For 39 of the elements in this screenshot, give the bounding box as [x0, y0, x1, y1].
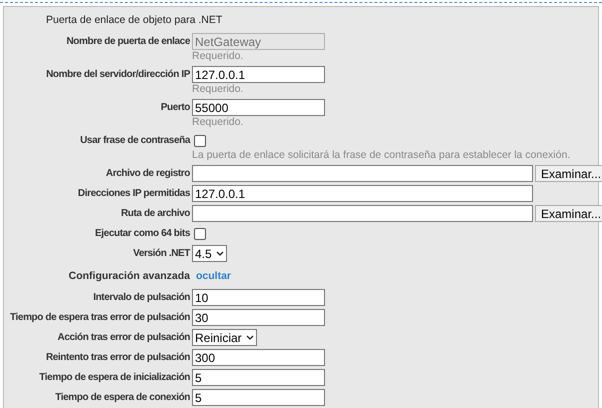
checkbox[interactable] — [194, 134, 206, 146]
hint-text: Requerido. — [192, 83, 244, 96]
field-label: Archivo de registro — [106, 167, 190, 181]
field-label: Tiempo de espera tras error de pulsación — [10, 311, 190, 325]
dropdown[interactable]: 4.5 — [192, 245, 227, 262]
browse-button[interactable]: Examinar... — [535, 165, 602, 182]
field-label: Usar frase de contraseña — [80, 134, 190, 148]
section-title: Puerta de enlace de objeto para .NET — [46, 14, 222, 26]
text-field[interactable]: 10 — [192, 289, 325, 306]
text-field[interactable]: 5 — [192, 389, 325, 406]
file-path-field[interactable] — [192, 165, 533, 182]
hint-text: Requerido. — [192, 50, 244, 63]
text-field[interactable]: 55000 — [192, 99, 325, 116]
field-label: Ejecutar como 64 bits — [95, 227, 190, 241]
caret-icon — [246, 335, 254, 340]
file-path-field[interactable] — [192, 205, 533, 222]
text-field[interactable]: 127.0.0.1 — [192, 185, 533, 202]
field-label: Tiempo de espera de inicialización — [39, 371, 190, 385]
text-field[interactable]: 127.0.0.1 — [192, 66, 325, 83]
field-label: Reintento tras error de pulsación — [46, 351, 190, 365]
checkbox[interactable] — [194, 228, 206, 240]
field-label: Versión .NET — [133, 247, 190, 261]
field-label: Nombre de puerta de enlace — [66, 35, 190, 49]
section-label: Configuración avanzada — [68, 269, 190, 284]
field-label: Tiempo de espera de conexión — [55, 391, 190, 405]
text-field[interactable]: 300 — [192, 349, 325, 366]
field-label: Ruta de archivo — [120, 207, 190, 221]
field-label: Acción tras error de pulsación — [58, 331, 190, 345]
field-label: Nombre del servidor/dirección IP — [46, 68, 190, 82]
browse-button[interactable]: Examinar... — [535, 205, 602, 222]
hint-text: Requerido. — [192, 116, 244, 129]
field-label: Direcciones IP permitidas — [78, 187, 190, 201]
text-field[interactable]: 5 — [192, 369, 325, 386]
text-field[interactable]: 30 — [192, 309, 325, 326]
field-label: Intervalo de pulsación — [93, 291, 190, 305]
caret-icon — [216, 251, 224, 256]
hint-text: La puerta de enlace solicitará la frase de contraseña para establecer la conexión. — [192, 149, 570, 162]
dropdown[interactable]: Reiniciar — [192, 329, 257, 346]
field-label: Puerto — [160, 101, 190, 115]
